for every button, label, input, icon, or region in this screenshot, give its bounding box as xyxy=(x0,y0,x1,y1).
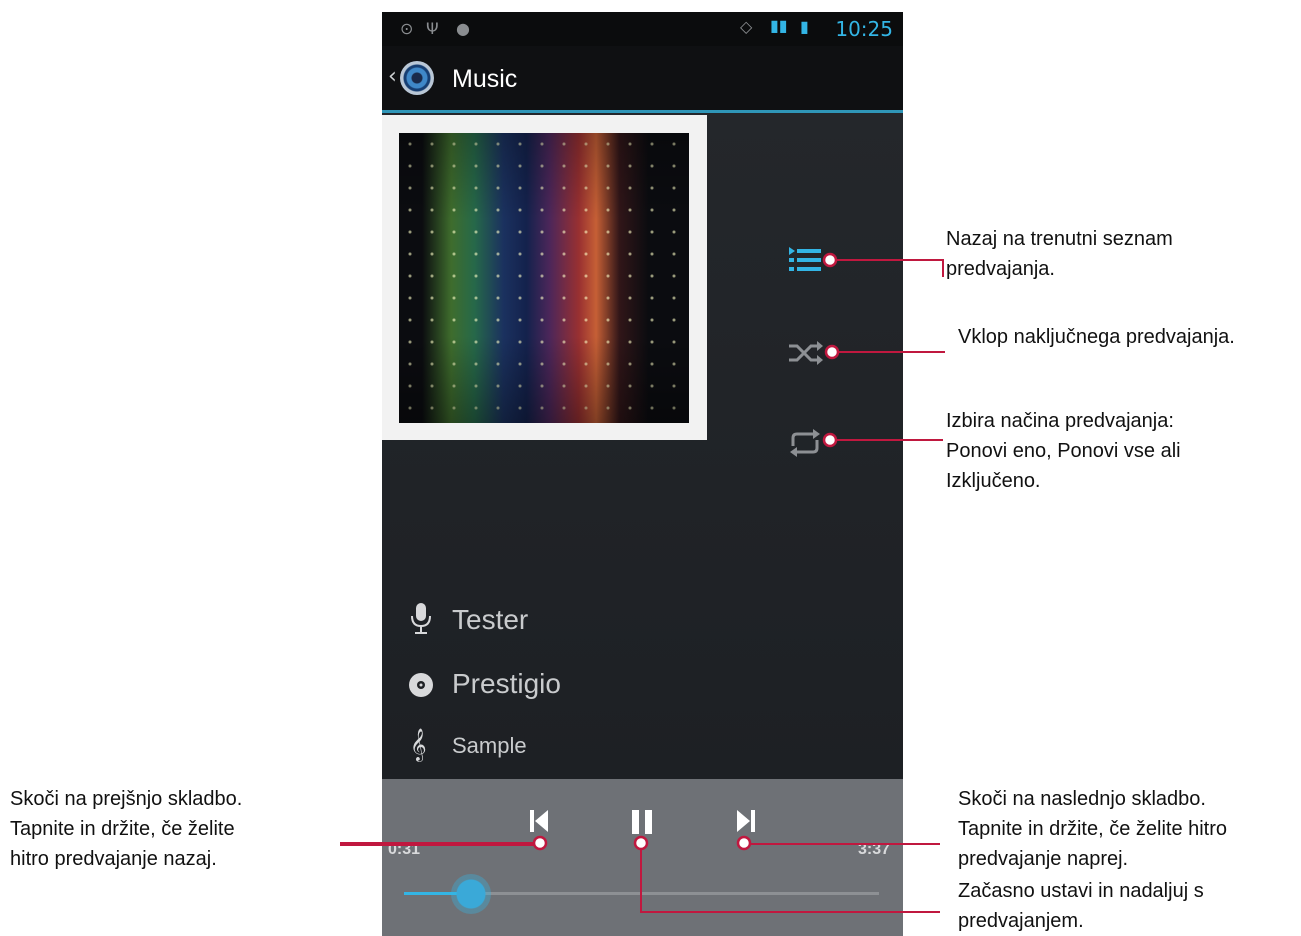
album-name: Prestigio xyxy=(452,668,561,699)
album-art-frame xyxy=(382,115,707,440)
phone-screen: ⊙ Ψ ● ◇ ▮▮ ▮ 10:25 ‹ Music Tester Presti… xyxy=(382,12,903,936)
recording-icon: ⊙ xyxy=(400,19,414,38)
shuffle-icon[interactable] xyxy=(787,338,823,368)
now-playing-list-icon[interactable] xyxy=(787,245,823,275)
seek-thumb[interactable] xyxy=(450,874,491,914)
repeat-icon[interactable] xyxy=(787,428,823,458)
elapsed-time: 0:31 xyxy=(388,841,421,858)
music-app-icon[interactable] xyxy=(400,61,434,95)
disc-icon xyxy=(409,673,433,697)
callout-shuffle: Vklop naključnega predvajanja. xyxy=(958,326,1235,348)
vibrate-icon: ◇ xyxy=(740,17,753,36)
signal-icon: ▮▮ xyxy=(770,16,788,35)
status-time: 10:25 xyxy=(835,17,893,41)
callout-previous: Skoči na prejšnjo skladbo. Tapnite in dr… xyxy=(10,788,243,870)
app-title: Music xyxy=(452,65,518,93)
next-track-icon[interactable] xyxy=(736,809,756,833)
callout-next: Skoči na naslednjo skladbo. Tapnite in d… xyxy=(958,788,1228,870)
total-duration: 3:37 xyxy=(858,841,891,858)
callout-playlist: Nazaj na trenutni seznam predvajanja. xyxy=(946,228,1173,280)
usb-icon: Ψ xyxy=(426,19,439,38)
status-bar: ⊙ Ψ ● ◇ ▮▮ ▮ 10:25 xyxy=(382,12,903,46)
album-art xyxy=(399,133,689,423)
battery-icon: ▮ xyxy=(800,17,809,36)
android-debug-icon: ● xyxy=(456,19,470,38)
microphone-icon xyxy=(411,603,431,634)
back-chevron-icon[interactable]: ‹ xyxy=(388,64,397,90)
callout-pause: Začasno ustavi in nadaljuj s predvajanje… xyxy=(958,880,1204,932)
treble-clef-icon: 𝄞 xyxy=(410,728,427,761)
playback-controls xyxy=(382,779,903,936)
artist-name: Tester xyxy=(452,604,529,635)
pause-icon[interactable] xyxy=(630,809,654,835)
song-title: Sample xyxy=(452,733,527,758)
callout-repeat: Izbira načina predvajanja: Ponovi eno, P… xyxy=(946,410,1181,492)
previous-track-icon[interactable] xyxy=(529,809,549,833)
